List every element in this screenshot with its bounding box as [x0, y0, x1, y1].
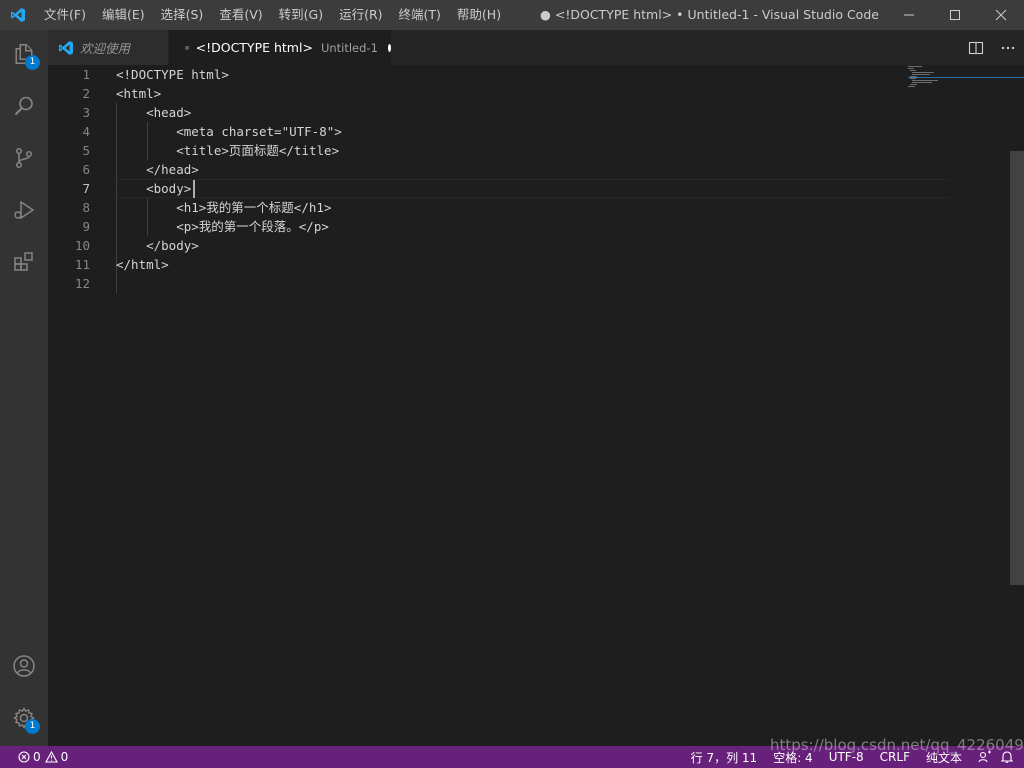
- menu-run[interactable]: 运行(R): [331, 0, 390, 30]
- minimap[interactable]: [908, 65, 1012, 95]
- split-editor-icon: [968, 41, 984, 54]
- minimize-icon: [904, 14, 914, 16]
- code-line[interactable]: [116, 274, 948, 293]
- code-line[interactable]: <title>页面标题</title>: [116, 141, 948, 160]
- close-icon: [995, 9, 1007, 21]
- problems-indicator[interactable]: 0 0: [14, 746, 72, 768]
- line-number: 12: [74, 276, 90, 291]
- error-count: 0: [33, 750, 41, 764]
- more-icon: [1001, 46, 1015, 49]
- tab-untitled-1-description: Untitled-1: [320, 40, 378, 55]
- extensions-button[interactable]: [0, 238, 48, 286]
- activity-bar: 1 1: [0, 30, 48, 746]
- menu-terminal[interactable]: 终端(T): [391, 0, 449, 30]
- line-number: 9: [82, 219, 90, 234]
- minimap-line: [912, 72, 934, 73]
- more-actions-button[interactable]: [992, 30, 1024, 65]
- line-number: 1: [82, 67, 90, 82]
- tab-bar: 欢迎使用 <!DOCTYPE html> Untitled-1: [48, 30, 1024, 65]
- vscode-logo-icon: [59, 40, 73, 55]
- line-number: 3: [82, 105, 90, 120]
- editor-actions: [960, 30, 1024, 65]
- menu-go[interactable]: 转到(G): [271, 0, 331, 30]
- menu-view[interactable]: 查看(V): [211, 0, 270, 30]
- menu-selection[interactable]: 选择(S): [153, 0, 212, 30]
- minimap-line: [908, 66, 922, 67]
- code-line[interactable]: <h1>我的第一个标题</h1>: [116, 198, 948, 217]
- account-icon: [13, 655, 35, 677]
- code-line[interactable]: <html>: [116, 84, 948, 103]
- warning-icon: [44, 751, 58, 763]
- menu-help[interactable]: 帮助(H): [449, 0, 509, 30]
- run-debug-button[interactable]: [0, 186, 48, 234]
- explorer-badge: 1: [25, 55, 40, 70]
- code-line[interactable]: <!DOCTYPE html>: [116, 65, 948, 84]
- line-number: 2: [82, 86, 90, 101]
- search-button[interactable]: [0, 82, 48, 130]
- code-line[interactable]: <head>: [116, 103, 948, 122]
- maximize-icon: [950, 10, 960, 20]
- minimap-line: [908, 68, 914, 69]
- close-window-button[interactable]: [978, 0, 1024, 30]
- minimap-line: [912, 74, 930, 75]
- code-line[interactable]: <p>我的第一个段落。</p>: [116, 217, 948, 236]
- accounts-button[interactable]: [0, 642, 48, 690]
- tab-welcome[interactable]: 欢迎使用: [48, 30, 168, 65]
- code-line[interactable]: </head>: [116, 160, 948, 179]
- extensions-icon: [14, 252, 33, 271]
- watermark-url: https://blog.csdn.net/qq_42260493: [770, 736, 1024, 754]
- explorer-button[interactable]: 1: [0, 30, 48, 78]
- minimap-line: [912, 80, 938, 81]
- code-line-active[interactable]: <body>: [116, 179, 948, 198]
- overview-ruler-cursor: [908, 77, 1024, 78]
- line-number-gutter: 1 2 3 4 5 6 7 8 9 10 11 12: [48, 65, 104, 746]
- minimize-button[interactable]: [886, 0, 932, 30]
- settings-badge: 1: [25, 719, 40, 734]
- run-debug-icon: [14, 200, 35, 220]
- code-text[interactable]: <!DOCTYPE html> <html> <head> <meta char…: [116, 65, 948, 746]
- line-number: 11: [74, 257, 90, 272]
- manage-button[interactable]: 1: [0, 694, 48, 742]
- menu-edit[interactable]: 编辑(E): [94, 0, 153, 30]
- search-icon: [14, 96, 33, 116]
- code-line[interactable]: </body>: [116, 236, 948, 255]
- source-control-button[interactable]: [0, 134, 48, 182]
- window-controls: [886, 0, 1024, 30]
- maximize-button[interactable]: [932, 0, 978, 30]
- line-number: 10: [74, 238, 90, 253]
- menu-bar: 文件(F) 编辑(E) 选择(S) 查看(V) 转到(G) 运行(R) 终端(T…: [35, 0, 509, 30]
- scrollbar-thumb[interactable]: [1010, 151, 1024, 585]
- tab-untitled-1[interactable]: <!DOCTYPE html> Untitled-1: [169, 30, 391, 65]
- error-icon: [18, 751, 30, 763]
- minimap-line: [912, 82, 932, 83]
- minimap-line: [910, 84, 917, 85]
- plain-text-file-icon: [185, 45, 190, 50]
- window-title: ● <!DOCTYPE html> • Untitled-1 - Visual …: [540, 7, 879, 22]
- tab-untitled-1-label: <!DOCTYPE html>: [195, 40, 313, 55]
- source-control-icon: [15, 147, 33, 169]
- text-cursor: [193, 180, 195, 198]
- warning-count: 0: [60, 750, 69, 764]
- line-number: 5: [82, 143, 90, 158]
- vscode-logo-icon: [0, 0, 35, 30]
- cursor-position[interactable]: 行 7，列 11: [687, 746, 762, 768]
- code-editor[interactable]: 1 2 3 4 5 6 7 8 9 10 11 12 <!DOCTYPE htm…: [48, 65, 1024, 746]
- unsaved-dot-icon[interactable]: [387, 43, 391, 52]
- code-line[interactable]: </html>: [116, 255, 948, 274]
- menu-file[interactable]: 文件(F): [36, 0, 94, 30]
- minimap-line: [910, 78, 916, 79]
- line-number: 4: [82, 124, 90, 139]
- title-bar: 文件(F) 编辑(E) 选择(S) 查看(V) 转到(G) 运行(R) 终端(T…: [0, 0, 1024, 30]
- minimap-line: [910, 70, 916, 71]
- split-editor-button[interactable]: [960, 30, 992, 65]
- line-number: 8: [82, 200, 90, 215]
- minimap-line: [908, 86, 915, 87]
- tab-welcome-label: 欢迎使用: [80, 41, 131, 56]
- code-line[interactable]: <meta charset="UTF-8">: [116, 122, 948, 141]
- line-number: 6: [82, 162, 90, 177]
- line-number-active: 7: [82, 181, 90, 196]
